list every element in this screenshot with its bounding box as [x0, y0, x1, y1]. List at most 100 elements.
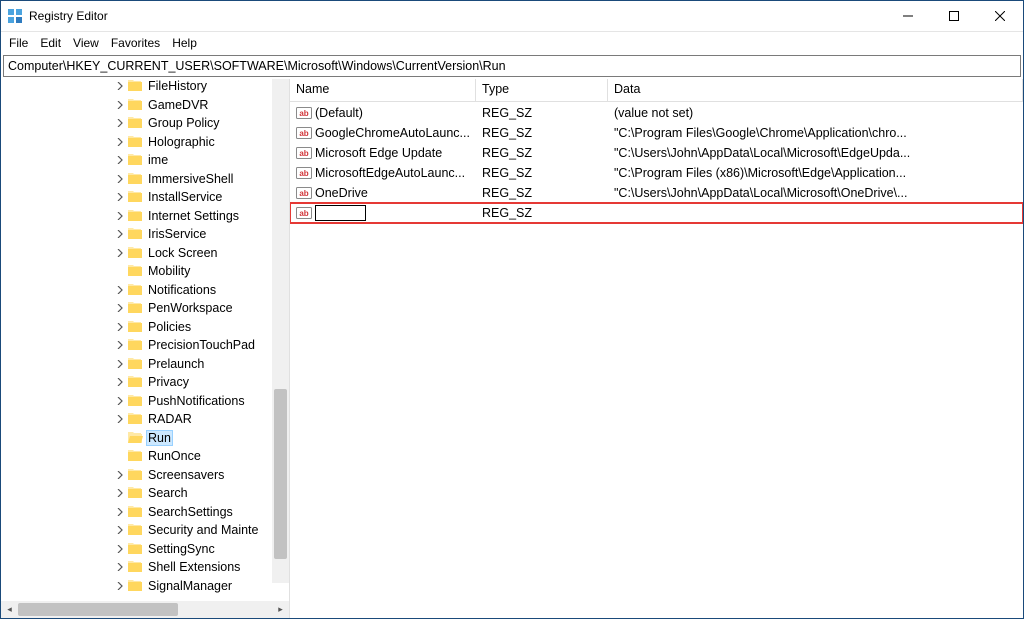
tree-item-label: PrecisionTouchPad	[146, 338, 257, 352]
menu-help[interactable]: Help	[166, 34, 203, 52]
tree-item[interactable]: Policies	[1, 318, 260, 337]
value-row[interactable]: abMicrosoft Edge UpdateREG_SZ"C:\Users\J…	[290, 143, 1023, 163]
expand-chevron-icon[interactable]	[113, 283, 127, 297]
expand-chevron-icon[interactable]	[113, 412, 127, 426]
folder-icon	[127, 560, 143, 574]
expand-chevron-icon[interactable]	[113, 227, 127, 241]
string-value-icon: ab	[296, 205, 312, 221]
menu-view[interactable]: View	[67, 34, 105, 52]
tree-item[interactable]: Privacy	[1, 373, 260, 392]
value-row[interactable]: abOneDriveREG_SZ"C:\Users\John\AppData\L…	[290, 183, 1023, 203]
string-value-icon: ab	[296, 145, 312, 161]
tree-item[interactable]: GameDVR	[1, 96, 260, 115]
scrollbar-track[interactable]	[18, 601, 272, 618]
expand-chevron-icon[interactable]	[113, 320, 127, 334]
tree-item-label: Notifications	[146, 283, 218, 297]
tree-item-label: IrisService	[146, 227, 208, 241]
expand-chevron-icon[interactable]	[113, 79, 127, 93]
expand-chevron-icon[interactable]	[113, 431, 127, 445]
menu-favorites[interactable]: Favorites	[105, 34, 166, 52]
address-bar[interactable]: Computer\HKEY_CURRENT_USER\SOFTWARE\Micr…	[3, 55, 1021, 77]
tree-item[interactable]: PenWorkspace	[1, 299, 260, 318]
svg-text:ab: ab	[299, 209, 308, 218]
scrollbar-thumb[interactable]	[274, 389, 287, 559]
tree-item[interactable]: SettingSync	[1, 540, 260, 559]
value-row[interactable]: abGoogleChromeAutoLaunc...REG_SZ"C:\Prog…	[290, 123, 1023, 143]
tree-item-label: Privacy	[146, 375, 191, 389]
column-header-name[interactable]: Name	[290, 79, 476, 101]
scroll-left-button[interactable]: ◂	[1, 601, 18, 618]
folder-icon	[127, 246, 143, 260]
expand-chevron-icon[interactable]	[113, 190, 127, 204]
expand-chevron-icon[interactable]	[113, 394, 127, 408]
expand-chevron-icon[interactable]	[113, 172, 127, 186]
tree-item[interactable]: PrecisionTouchPad	[1, 336, 260, 355]
tree-item[interactable]: SignalManager	[1, 577, 260, 596]
expand-chevron-icon[interactable]	[113, 375, 127, 389]
expand-chevron-icon[interactable]	[113, 357, 127, 371]
expand-chevron-icon[interactable]	[113, 579, 127, 593]
value-name: Malware	[315, 205, 366, 221]
tree-item[interactable]: Search	[1, 484, 260, 503]
expand-chevron-icon[interactable]	[113, 301, 127, 315]
tree-item[interactable]: Run	[1, 429, 260, 448]
tree-item-label: PenWorkspace	[146, 301, 235, 315]
tree-item-label: Mobility	[146, 264, 192, 278]
expand-chevron-icon[interactable]	[113, 153, 127, 167]
expand-chevron-icon[interactable]	[113, 560, 127, 574]
expand-chevron-icon[interactable]	[113, 523, 127, 537]
expand-chevron-icon[interactable]	[113, 449, 127, 463]
value-row[interactable]: ab(Default)REG_SZ(value not set)	[290, 103, 1023, 123]
close-button[interactable]	[977, 1, 1023, 31]
tree-item[interactable]: Internet Settings	[1, 207, 260, 226]
tree-item[interactable]: ImmersiveShell	[1, 170, 260, 189]
tree-item[interactable]: Notifications	[1, 281, 260, 300]
column-header-type[interactable]: Type	[476, 79, 608, 101]
menu-file[interactable]: File	[3, 34, 34, 52]
tree-item[interactable]: Lock Screen	[1, 244, 260, 263]
value-row[interactable]: abMicrosoftEdgeAutoLaunc...REG_SZ"C:\Pro…	[290, 163, 1023, 183]
folder-icon	[127, 227, 143, 241]
scroll-right-button[interactable]: ▸	[272, 601, 289, 618]
tree-item[interactable]: Security and Mainte	[1, 521, 260, 540]
tree-item[interactable]: Prelaunch	[1, 355, 260, 374]
scrollbar-thumb[interactable]	[18, 603, 178, 616]
menu-edit[interactable]: Edit	[34, 34, 67, 52]
expand-chevron-icon[interactable]	[113, 246, 127, 260]
expand-chevron-icon[interactable]	[113, 468, 127, 482]
expand-chevron-icon[interactable]	[113, 338, 127, 352]
expand-chevron-icon[interactable]	[113, 542, 127, 556]
tree-vertical-scrollbar[interactable]	[272, 79, 289, 583]
tree-item[interactable]: IrisService	[1, 225, 260, 244]
tree-item[interactable]: PushNotifications	[1, 392, 260, 411]
expand-chevron-icon[interactable]	[113, 264, 127, 278]
tree-item[interactable]: ime	[1, 151, 260, 170]
expand-chevron-icon[interactable]	[113, 116, 127, 130]
registry-tree[interactable]: FileHistoryGameDVRGroup PolicyHolographi…	[1, 79, 260, 595]
tree-item[interactable]: Mobility	[1, 262, 260, 281]
tree-item[interactable]: Screensavers	[1, 466, 260, 485]
tree-item-label: Internet Settings	[146, 209, 241, 223]
folder-icon	[127, 301, 143, 315]
expand-chevron-icon[interactable]	[113, 135, 127, 149]
tree-item[interactable]: RADAR	[1, 410, 260, 429]
tree-horizontal-scrollbar[interactable]: ◂ ▸	[1, 601, 289, 618]
folder-icon	[127, 209, 143, 223]
expand-chevron-icon[interactable]	[113, 98, 127, 112]
folder-icon	[127, 542, 143, 556]
tree-item[interactable]: Shell Extensions	[1, 558, 260, 577]
tree-item[interactable]: InstallService	[1, 188, 260, 207]
maximize-button[interactable]	[931, 1, 977, 31]
tree-item[interactable]: RunOnce	[1, 447, 260, 466]
folder-icon	[127, 394, 143, 408]
tree-item[interactable]: FileHistory	[1, 79, 260, 96]
minimize-button[interactable]	[885, 1, 931, 31]
column-header-data[interactable]: Data	[608, 79, 1023, 101]
tree-item[interactable]: Group Policy	[1, 114, 260, 133]
expand-chevron-icon[interactable]	[113, 486, 127, 500]
expand-chevron-icon[interactable]	[113, 209, 127, 223]
expand-chevron-icon[interactable]	[113, 505, 127, 519]
value-row[interactable]: abMalwareREG_SZ	[290, 203, 1023, 223]
tree-item[interactable]: Holographic	[1, 133, 260, 152]
tree-item[interactable]: SearchSettings	[1, 503, 260, 522]
